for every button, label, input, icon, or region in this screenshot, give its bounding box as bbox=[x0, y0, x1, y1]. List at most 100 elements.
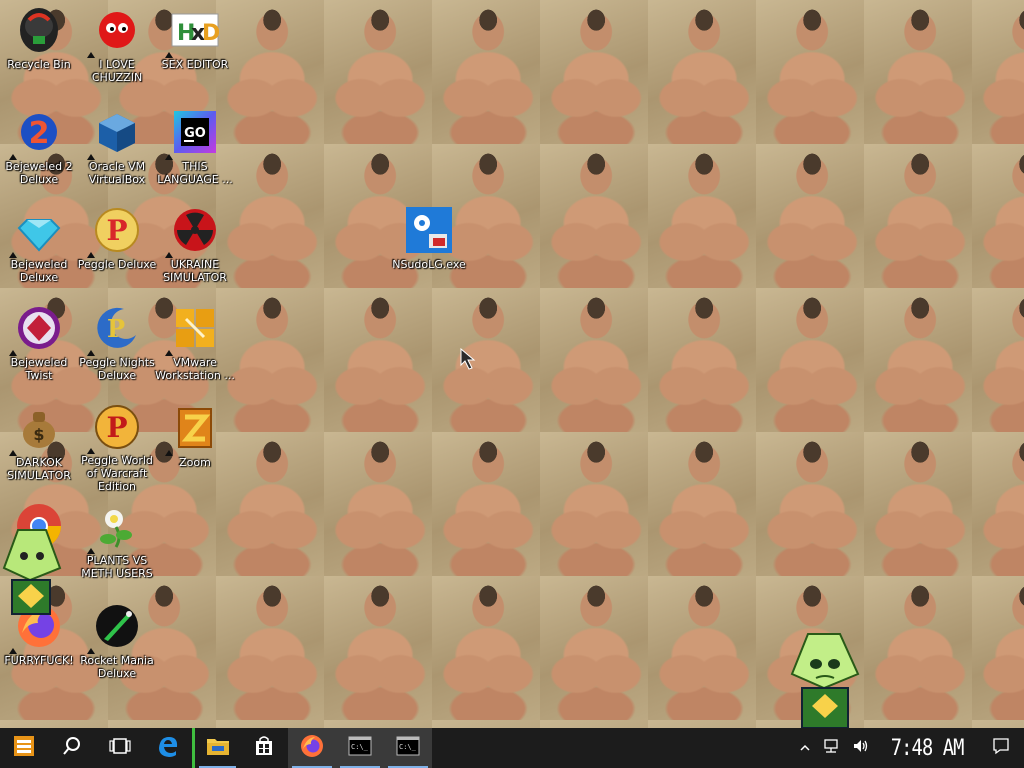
notification-icon bbox=[992, 737, 1010, 759]
desktop-icon-recycle-bin[interactable]: Recycle Bin bbox=[0, 2, 78, 92]
shortcut-arrow-icon bbox=[165, 154, 173, 160]
network-button[interactable] bbox=[816, 738, 846, 758]
shortcut-arrow-icon bbox=[165, 52, 173, 58]
desktop-icon-nsudo[interactable]: NSudoLG.exe bbox=[390, 202, 468, 292]
desktop-icon-plants-vs-meth-users[interactable]: PLANTS VS METH USERS bbox=[78, 498, 156, 588]
desktop-icon-i-love-chuzzin[interactable]: I LOVE CHUZZIN bbox=[78, 2, 156, 92]
desktop-icon-label: VMware Workstation ... bbox=[155, 356, 235, 382]
desktop-icon-sex-editor[interactable]: H x D SEX EDITOR bbox=[156, 2, 234, 92]
desktop-icon-this-language[interactable]: GO THIS LANGUAGE ... bbox=[156, 104, 234, 194]
shortcut-arrow-icon bbox=[87, 448, 95, 454]
chuzzle-icon bbox=[87, 6, 141, 58]
network-icon bbox=[822, 738, 840, 758]
desktop-icon-label: SEX EDITOR bbox=[161, 58, 229, 71]
desktop-icon-peggle-deluxe[interactable]: P Peggle Deluxe bbox=[78, 202, 156, 292]
desktop-icon-label: I LOVE CHUZZIN bbox=[91, 58, 143, 84]
desktop-icon-zoom[interactable]: Zoom bbox=[156, 400, 234, 490]
bejeweled-twist-icon bbox=[9, 304, 63, 356]
svg-text:P: P bbox=[106, 214, 127, 247]
task-view-icon bbox=[109, 737, 131, 759]
mouse-cursor bbox=[460, 347, 478, 374]
bejeweled-2-icon: 2 bbox=[9, 108, 63, 160]
money-bag-icon: $ bbox=[9, 404, 63, 456]
desktop-icon-rocket-mania[interactable]: Rocket Mania Deluxe bbox=[78, 598, 156, 688]
action-center-button[interactable] bbox=[982, 737, 1024, 759]
desktop-icon-virtualbox[interactable]: Oracle VM VirtualBox bbox=[78, 104, 156, 194]
cmd-button-1[interactable]: C:\_ bbox=[336, 728, 384, 768]
desktop-icon-vmware[interactable]: VMware Workstation ... bbox=[155, 300, 235, 390]
shortcut-arrow-icon bbox=[87, 252, 95, 258]
desktop-icon-label: Peggle Nights Deluxe bbox=[79, 356, 155, 382]
start-icon bbox=[12, 734, 36, 762]
svg-text:$: $ bbox=[33, 425, 44, 444]
goland-icon: GO bbox=[165, 108, 219, 160]
peggle-wow-icon: P bbox=[87, 404, 141, 454]
terminal-icon: C:\_ bbox=[348, 736, 372, 760]
desktop-icon-darkok-simulator[interactable]: $ DARKOK SIMULATOR bbox=[0, 400, 78, 490]
shortcut-arrow-icon bbox=[9, 450, 17, 456]
store-button[interactable] bbox=[240, 728, 288, 768]
cmd-button-2[interactable]: C:\_ bbox=[384, 728, 432, 768]
volume-button[interactable] bbox=[846, 738, 876, 758]
chevron-up-icon bbox=[800, 741, 810, 756]
desktop-icon-label: UKRAINE SIMULATOR bbox=[163, 258, 227, 284]
shortcut-arrow-icon bbox=[87, 350, 95, 356]
svg-text:2: 2 bbox=[29, 116, 50, 151]
desktop-icon-label: DARKOK SIMULATOR bbox=[7, 456, 71, 482]
taskbar: C:\_ C:\_ 7:48 AM bbox=[0, 728, 1024, 768]
terminal-icon: C:\_ bbox=[396, 736, 420, 760]
show-hidden-icons-button[interactable] bbox=[794, 741, 816, 756]
peggle-icon: P bbox=[87, 206, 141, 258]
shortcut-arrow-icon bbox=[165, 350, 173, 356]
desktop-icon-label: FURRYFUCK! bbox=[4, 654, 74, 667]
speaker-icon bbox=[852, 738, 870, 758]
desktop-icon-label: Rocket Mania Deluxe bbox=[80, 654, 154, 680]
shortcut-arrow-icon bbox=[87, 648, 95, 654]
folder-icon bbox=[206, 736, 230, 760]
peggle-nights-icon: P bbox=[87, 304, 141, 356]
desktop-icon-bejeweled-twist[interactable]: Bejeweled Twist bbox=[0, 300, 78, 390]
radiation-icon bbox=[165, 206, 219, 258]
svg-text:C:\_: C:\_ bbox=[399, 743, 417, 751]
svg-text:P: P bbox=[106, 411, 127, 444]
shortcut-arrow-icon bbox=[87, 154, 95, 160]
plants-icon bbox=[87, 502, 141, 554]
start-button[interactable] bbox=[0, 728, 48, 768]
file-explorer-button[interactable] bbox=[192, 728, 240, 768]
desktop-icon-bejeweled-deluxe[interactable]: Bejeweled Deluxe bbox=[0, 202, 78, 292]
shortcut-arrow-icon bbox=[87, 52, 95, 58]
desktop-icon-label: Oracle VM VirtualBox bbox=[88, 160, 146, 186]
firefox-icon bbox=[300, 734, 324, 762]
desktop-icon-ukraine-simulator[interactable]: UKRAINE SIMULATOR bbox=[156, 202, 234, 292]
svg-text:P: P bbox=[107, 314, 125, 343]
firefox-button[interactable] bbox=[288, 728, 336, 768]
store-icon bbox=[253, 735, 275, 761]
peridot-sticker-right bbox=[786, 632, 864, 729]
desktop-icon-label: NSudoLG.exe bbox=[392, 258, 466, 271]
shortcut-arrow-icon bbox=[9, 154, 17, 160]
system-tray: 7:48 AM bbox=[794, 728, 1024, 768]
desktop-icon-bejeweled-2[interactable]: 2 Bejeweled 2 Deluxe bbox=[0, 104, 78, 194]
desktop-icon-peggle-nights[interactable]: P Peggle Nights Deluxe bbox=[78, 300, 156, 390]
shortcut-arrow-icon bbox=[165, 450, 173, 456]
edge-button[interactable] bbox=[144, 728, 192, 768]
clock[interactable]: 7:48 AM bbox=[884, 736, 974, 761]
vmware-icon bbox=[165, 304, 219, 356]
rocket-mania-icon bbox=[87, 602, 141, 654]
virtualbox-icon bbox=[87, 108, 141, 160]
task-view-button[interactable] bbox=[96, 728, 144, 768]
bejeweled-gem-icon bbox=[9, 206, 63, 258]
peridot-sticker-left bbox=[0, 528, 66, 628]
desktop-icon-label: Bejeweled 2 Deluxe bbox=[5, 160, 73, 186]
desktop-icon-label: PLANTS VS METH USERS bbox=[81, 554, 153, 580]
search-icon bbox=[62, 736, 82, 760]
search-button[interactable] bbox=[48, 728, 96, 768]
svg-text:D: D bbox=[202, 21, 219, 46]
desktop-icon-label: Zoom bbox=[179, 456, 211, 469]
recycle-bin-icon bbox=[15, 6, 63, 54]
shortcut-arrow-icon bbox=[9, 648, 17, 654]
shortcut-arrow-icon bbox=[9, 350, 17, 356]
desktop-icon-peggle-wow[interactable]: P Peggle World of Warcraft Edition bbox=[78, 400, 156, 493]
shortcut-arrow-icon bbox=[87, 548, 95, 554]
desktop-icon-label: THIS LANGUAGE ... bbox=[157, 160, 233, 186]
